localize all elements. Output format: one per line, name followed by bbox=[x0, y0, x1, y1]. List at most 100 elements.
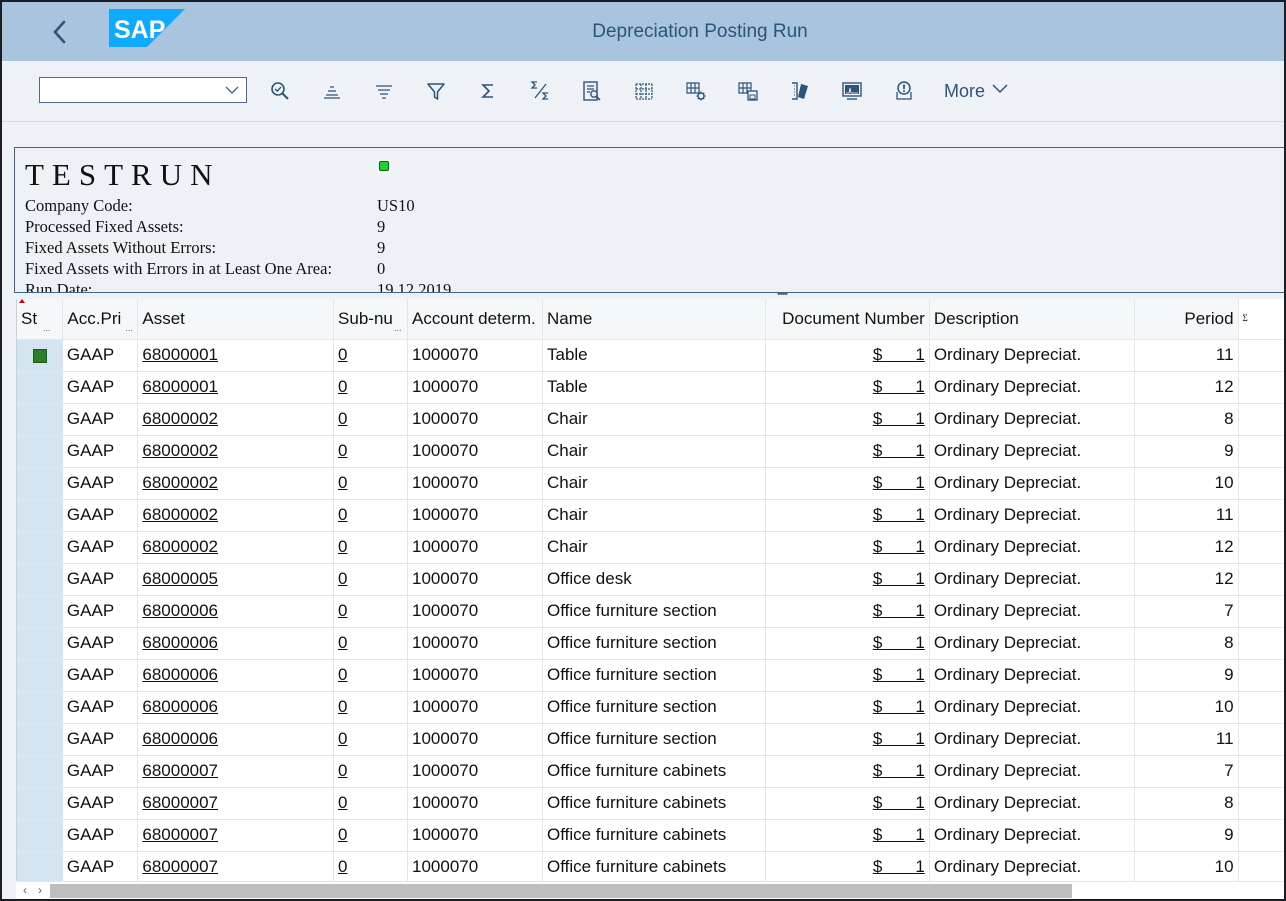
table-row[interactable]: GAAP 68000005 0 1000070 Office desk $ 1 Ordina… bbox=[17, 563, 1284, 596]
subnumber-link[interactable]: 0 bbox=[338, 857, 347, 876]
asset-link[interactable]: 68000007 bbox=[142, 857, 218, 876]
document-number-link[interactable]: $ 1 bbox=[873, 601, 925, 620]
sort-descending-button[interactable] bbox=[372, 79, 396, 103]
save-layout-button[interactable] bbox=[736, 79, 760, 103]
document-number-link[interactable]: $ 1 bbox=[873, 505, 925, 524]
subnumber-link[interactable]: 0 bbox=[338, 761, 347, 780]
column-header-document-number[interactable]: Document Number bbox=[765, 299, 930, 340]
document-number-link[interactable]: $ 1 bbox=[873, 793, 925, 812]
asset-link[interactable]: 68000007 bbox=[142, 761, 218, 780]
subnumber-link[interactable]: 0 bbox=[338, 633, 347, 652]
document-number-link[interactable]: $ 1 bbox=[873, 537, 925, 556]
column-header-status[interactable]: St... bbox=[17, 299, 64, 340]
subnumber-link[interactable]: 0 bbox=[338, 569, 347, 588]
document-number-link[interactable]: $ 1 bbox=[873, 377, 925, 396]
table-row[interactable]: GAAP 68000001 0 1000070 Table $ 1 Ordinary Dep… bbox=[17, 339, 1284, 372]
column-header-name[interactable]: Name bbox=[542, 299, 766, 340]
subnumber-link[interactable]: 0 bbox=[338, 441, 347, 460]
asset-link[interactable]: 68000007 bbox=[142, 825, 218, 844]
change-layout-button[interactable] bbox=[684, 79, 708, 103]
document-number-link[interactable]: $ 1 bbox=[873, 665, 925, 684]
subtotals-button[interactable] bbox=[528, 79, 552, 103]
document-number-link[interactable]: $ 1 bbox=[873, 345, 925, 364]
asset-link[interactable]: 68000006 bbox=[142, 633, 218, 652]
document-number-link[interactable]: $ 1 bbox=[873, 761, 925, 780]
subnumber-link[interactable]: 0 bbox=[338, 825, 347, 844]
table-row[interactable]: GAAP 68000007 0 1000070 Office furniture cab… bbox=[17, 787, 1284, 820]
table-row[interactable]: GAAP 68000006 0 1000070 Office furniture sec… bbox=[17, 627, 1284, 660]
table-row[interactable]: GAAP 68000002 0 1000070 Chair $ 1 Ordinary Dep… bbox=[17, 531, 1284, 564]
table-row[interactable]: GAAP 68000001 0 1000070 Table $ 1 Ordinary Dep… bbox=[17, 371, 1284, 404]
assets-with-errors-value: 0 bbox=[377, 259, 386, 278]
document-number-link[interactable]: $ 1 bbox=[873, 729, 925, 748]
asset-link[interactable]: 68000006 bbox=[142, 729, 218, 748]
graphic-button[interactable] bbox=[840, 79, 864, 103]
asset-link[interactable]: 68000002 bbox=[142, 441, 218, 460]
spreadsheet-button[interactable] bbox=[632, 79, 656, 103]
horizontal-scrollbar[interactable]: ‹ › bbox=[16, 881, 1284, 899]
asset-link[interactable]: 68000002 bbox=[142, 505, 218, 524]
filter-button[interactable] bbox=[424, 79, 448, 103]
document-number-link[interactable]: $ 1 bbox=[873, 409, 925, 428]
document-number-link[interactable]: $ 1 bbox=[873, 857, 925, 876]
sort-ascending-button[interactable] bbox=[320, 79, 344, 103]
word-processing-button[interactable] bbox=[788, 79, 812, 103]
asset-link[interactable]: 68000002 bbox=[142, 473, 218, 492]
subnumber-link[interactable]: 0 bbox=[338, 377, 347, 396]
details-button[interactable] bbox=[268, 79, 292, 103]
column-header-accounting-principle[interactable]: Acc.Pri... bbox=[62, 299, 139, 340]
asset-link[interactable]: 68000002 bbox=[142, 409, 218, 428]
column-header-subnumber[interactable]: Sub-nu... bbox=[333, 299, 408, 340]
subnumber-link[interactable]: 0 bbox=[338, 601, 347, 620]
splitter-grip-icon[interactable]: •••• bbox=[777, 290, 788, 300]
asset-link[interactable]: 68000002 bbox=[142, 537, 218, 556]
subnumber-cell: 0 bbox=[333, 787, 408, 820]
subnumber-link[interactable]: 0 bbox=[338, 473, 347, 492]
column-header-asset[interactable]: Asset bbox=[137, 299, 335, 340]
scrollbar-thumb[interactable] bbox=[50, 884, 1072, 898]
table-row[interactable]: GAAP 68000006 0 1000070 Office furniture sec… bbox=[17, 659, 1284, 692]
document-number-link[interactable]: $ 1 bbox=[873, 569, 925, 588]
column-header-account-determination[interactable]: Account determ. bbox=[407, 299, 543, 340]
table-row[interactable]: GAAP 68000002 0 1000070 Chair $ 1 Ordinary Dep… bbox=[17, 403, 1284, 436]
asset-link[interactable]: 68000006 bbox=[142, 601, 218, 620]
column-header-period[interactable]: Period bbox=[1134, 299, 1239, 340]
asset-link[interactable]: 68000001 bbox=[142, 345, 218, 364]
table-row[interactable]: GAAP 68000002 0 1000070 Chair $ 1 Ordinary Dep… bbox=[17, 499, 1284, 532]
subnumber-link[interactable]: 0 bbox=[338, 665, 347, 684]
table-row[interactable]: GAAP 68000002 0 1000070 Chair $ 1 Ordinary Dep… bbox=[17, 435, 1284, 468]
asset-link[interactable]: 68000005 bbox=[142, 569, 218, 588]
scroll-right-icon[interactable]: › bbox=[38, 883, 42, 897]
document-number-link[interactable]: $ 1 bbox=[873, 697, 925, 716]
print-preview-button[interactable] bbox=[580, 79, 604, 103]
document-number-link[interactable]: $ 1 bbox=[873, 633, 925, 652]
table-row[interactable]: GAAP 68000006 0 1000070 Office furniture sec… bbox=[17, 691, 1284, 724]
total-button[interactable] bbox=[476, 79, 500, 103]
subnumber-link[interactable]: 0 bbox=[338, 505, 347, 524]
table-row[interactable]: GAAP 68000007 0 1000070 Office furniture cab… bbox=[17, 851, 1284, 881]
scroll-left-icon[interactable]: ‹ bbox=[23, 883, 27, 897]
subnumber-link[interactable]: 0 bbox=[338, 537, 347, 556]
layout-variant-select[interactable] bbox=[39, 77, 247, 103]
table-row[interactable]: GAAP 68000007 0 1000070 Office furniture cab… bbox=[17, 755, 1284, 788]
more-menu-button[interactable]: More bbox=[944, 81, 1008, 102]
asset-link[interactable]: 68000006 bbox=[142, 665, 218, 684]
table-row[interactable]: GAAP 68000007 0 1000070 Office furniture cab… bbox=[17, 819, 1284, 852]
document-number-link[interactable]: $ 1 bbox=[873, 473, 925, 492]
table-row[interactable]: GAAP 68000006 0 1000070 Office furniture sec… bbox=[17, 595, 1284, 628]
document-number-link[interactable]: $ 1 bbox=[873, 441, 925, 460]
column-header-description[interactable]: Description bbox=[929, 299, 1135, 340]
subnumber-link[interactable]: 0 bbox=[338, 345, 347, 364]
asset-link[interactable]: 68000007 bbox=[142, 793, 218, 812]
table-row[interactable]: GAAP 68000006 0 1000070 Office furniture sec… bbox=[17, 723, 1284, 756]
document-number-link[interactable]: $ 1 bbox=[873, 825, 925, 844]
display-log-button[interactable] bbox=[892, 79, 916, 103]
asset-link[interactable]: 68000006 bbox=[142, 697, 218, 716]
subnumber-link[interactable]: 0 bbox=[338, 697, 347, 716]
table-row[interactable]: GAAP 68000002 0 1000070 Chair $ 1 Ordinary Dep… bbox=[17, 467, 1284, 500]
subnumber-link[interactable]: 0 bbox=[338, 729, 347, 748]
subnumber-link[interactable]: 0 bbox=[338, 793, 347, 812]
panel-splitter[interactable]: •••• bbox=[14, 290, 1284, 300]
subnumber-link[interactable]: 0 bbox=[338, 409, 347, 428]
asset-link[interactable]: 68000001 bbox=[142, 377, 218, 396]
